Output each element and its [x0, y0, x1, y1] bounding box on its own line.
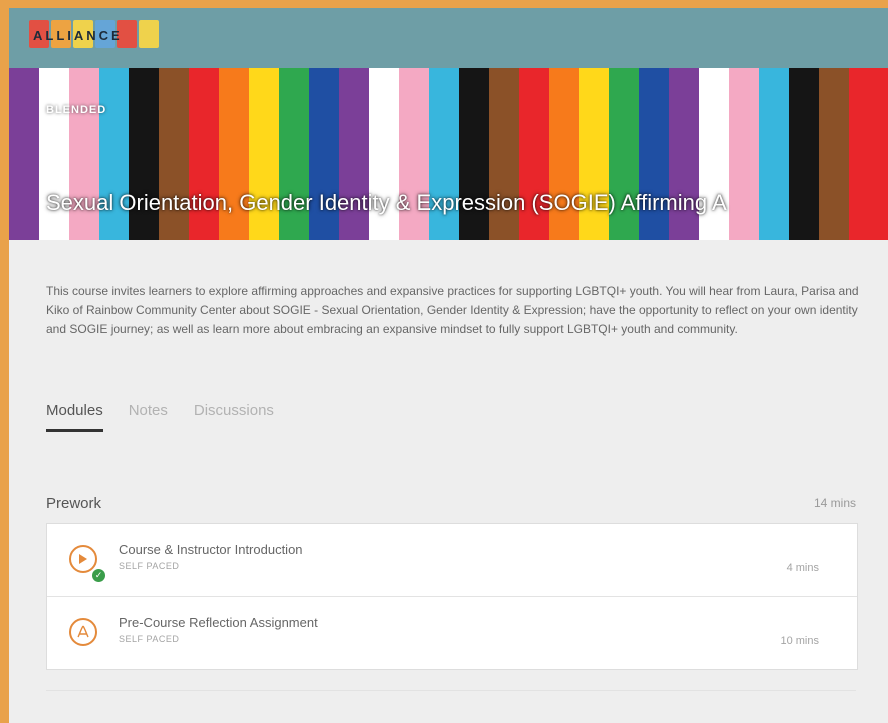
module-duration: 10 mins	[780, 635, 819, 647]
banner-stripe	[849, 68, 879, 240]
divider	[46, 690, 856, 691]
banner-stripe	[9, 68, 39, 240]
module-list: ✓ Course & Instructor Introduction SELF …	[46, 523, 858, 670]
banner-stripe	[879, 68, 888, 240]
alliance-logo[interactable]: ALLIANCE	[29, 20, 179, 60]
module-pace: SELF PACED	[119, 634, 180, 644]
module-title: Pre-Course Reflection Assignment	[119, 615, 318, 630]
course-tabs: Modules Notes Discussions	[46, 402, 300, 432]
course-title: Sexual Orientation, Gender Identity & Ex…	[46, 190, 727, 215]
pdf-icon	[69, 618, 97, 646]
course-page: ALLIANCE BLENDED Sexual Orientation, Gen…	[9, 8, 888, 723]
banner-stripe	[819, 68, 849, 240]
section-title: Prework	[46, 495, 102, 512]
module-duration: 4 mins	[786, 562, 819, 574]
module-title: Course & Instructor Introduction	[119, 542, 303, 557]
tab-discussions[interactable]: Discussions	[194, 402, 274, 432]
completed-check-icon: ✓	[91, 568, 106, 583]
course-description: This course invites learners to explore …	[46, 284, 859, 336]
banner-stripe	[729, 68, 759, 240]
logo-block	[139, 20, 159, 48]
tab-modules[interactable]: Modules	[46, 402, 103, 432]
banner-stripe	[759, 68, 789, 240]
course-type-tag: BLENDED	[46, 104, 107, 116]
module-section-header[interactable]: Prework 14 mins	[46, 495, 856, 515]
tab-notes[interactable]: Notes	[129, 402, 168, 432]
logo-text: ALLIANCE	[33, 28, 123, 43]
hero-banner: BLENDED Sexual Orientation, Gender Ident…	[9, 68, 888, 240]
module-pace: SELF PACED	[119, 561, 180, 571]
banner-stripe	[789, 68, 819, 240]
top-bar: ALLIANCE	[9, 8, 888, 68]
module-item[interactable]: Pre-Course Reflection Assignment SELF PA…	[47, 597, 857, 669]
section-duration: 14 mins	[813, 496, 856, 510]
module-item[interactable]: ✓ Course & Instructor Introduction SELF …	[47, 524, 857, 597]
